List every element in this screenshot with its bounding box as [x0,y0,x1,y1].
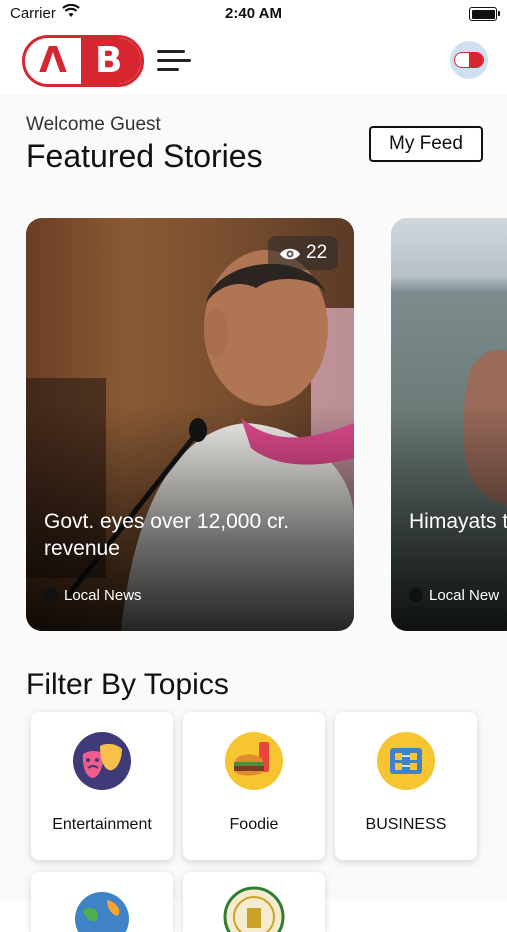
topic-label: BUSINESS [365,816,447,833]
filter-title: Filter By Topics [26,668,229,701]
topic-business[interactable]: BUSINESS [335,712,477,860]
logo-letter-b: B [95,40,123,81]
main-content: Welcome Guest Featured Stories My Feed 2… [0,94,507,932]
hamburger-menu-icon[interactable] [157,48,191,72]
eye-icon [279,245,301,267]
view-count-badge: 22 [268,236,338,270]
category-icon [409,588,423,602]
burger-icon [225,732,283,790]
welcome-text: Welcome Guest [26,114,161,135]
story-title: Govt. eyes over 12,000 cr. revenue [44,510,290,560]
story-card[interactable]: Himayats to let out Local New [391,218,507,631]
app-header: Λ B [0,28,507,94]
topic-foodie[interactable]: Foodie [183,712,325,860]
story-title: Himayats to let out [409,510,507,533]
battery-icon [469,7,500,21]
view-count: 22 [306,242,328,263]
story-category: Local News [44,587,142,604]
business-network-icon [377,732,435,790]
app-logo[interactable]: Λ B [22,35,144,87]
topic-tile[interactable] [31,872,173,932]
profile-avatar-icon[interactable] [450,41,488,79]
theater-masks-icon [73,732,131,790]
status-bar: Carrier 2:40 AM [0,0,507,28]
logo-letter-a: Λ [39,40,67,81]
topic-label: Entertainment [52,816,152,833]
story-category-label: Local News [64,587,142,604]
story-category: Local New [409,587,499,604]
section-title: Featured Stories [26,138,263,174]
story-card[interactable]: 22 Govt. eyes over 12,000 cr. revenue Lo… [26,218,354,631]
clock: 2:40 AM [225,5,282,22]
story-category-label: Local New [429,587,500,604]
my-feed-button[interactable]: My Feed [369,126,483,162]
topic-tile[interactable] [183,872,325,932]
topic-label: Foodie [229,816,279,833]
category-icon [44,588,58,602]
globe-icon [73,890,131,932]
topic-entertainment[interactable]: Entertainment [31,712,173,860]
state-emblem-icon [223,886,285,932]
